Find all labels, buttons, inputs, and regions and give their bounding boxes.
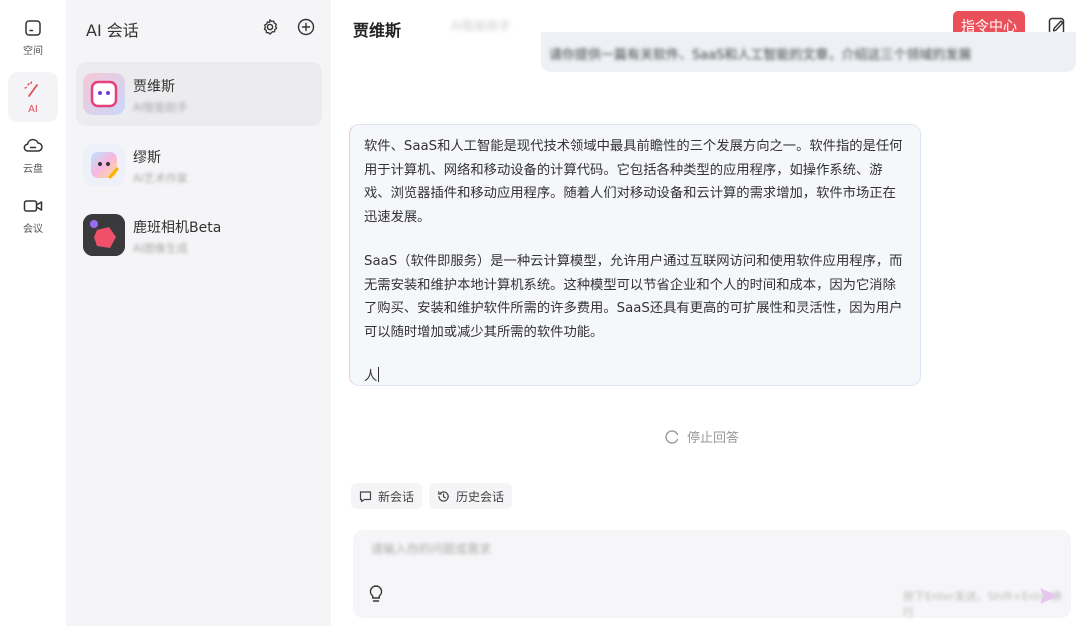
- rail-label: 云盘: [23, 164, 43, 175]
- jarvis-avatar: [83, 73, 125, 115]
- rail-item-ai[interactable]: AI: [8, 72, 58, 122]
- rail-label: 空间: [23, 46, 43, 57]
- video-icon: [22, 195, 44, 217]
- session-item-luban-camera[interactable]: 鹿班相机Beta AI图像生成: [76, 203, 322, 267]
- session-desc: AI智能助手: [133, 101, 188, 114]
- assistant-reply-bubble: 软件、SaaS和人工智能是现代技术领域中最具前瞻性的三个发展方向之一。软件指的是…: [349, 124, 921, 386]
- session-name: 鹿班相机Beta: [133, 220, 222, 236]
- session-sidebar: AI 会话 贾维斯 AI智能助手 缪斯 AI艺术作家 鹿班相机Beta AI图像…: [66, 0, 331, 626]
- history-clock-icon: [438, 490, 449, 502]
- rail-label: AI: [28, 104, 38, 115]
- luban-camera-avatar: [83, 214, 125, 256]
- chat-input-placeholder: 请输入你的问题或需求: [371, 542, 492, 556]
- sidebar-title: AI 会话: [86, 21, 139, 40]
- magic-wand-icon: [22, 79, 44, 101]
- cloud-icon: [22, 135, 44, 157]
- rail-item-cloud[interactable]: 云盘: [8, 130, 58, 180]
- add-session-icon[interactable]: [296, 17, 316, 37]
- space-icon: [22, 17, 44, 39]
- stop-answer-label: 停止回答: [687, 431, 740, 446]
- session-item-jarvis[interactable]: 贾维斯 AI智能助手: [76, 62, 322, 126]
- rail-item-space[interactable]: 空间: [8, 12, 58, 62]
- muse-avatar: [83, 144, 125, 186]
- new-chat-button[interactable]: 新会话: [351, 483, 423, 509]
- chat-main: 贾维斯 AI智能助手 指令中心 请你提供一篇有关软件、SaaS和人工智能的文章，…: [331, 0, 1080, 626]
- new-chat-label: 新会话: [378, 489, 415, 504]
- reply-paragraph: 软件、SaaS和人工智能是现代技术领域中最具前瞻性的三个发展方向之一。软件指的是…: [364, 139, 903, 225]
- left-rail: 空间 AI 云盘 会议: [0, 0, 66, 626]
- session-desc: AI图像生成: [133, 242, 188, 255]
- chat-subtitle: AI智能助手: [451, 19, 511, 33]
- session-name: 缪斯: [133, 150, 161, 166]
- chat-input-area[interactable]: 请输入你的问题或需求 按下Enter发送，Shift+Enter换行: [353, 530, 1071, 619]
- rail-label: 会议: [23, 224, 43, 235]
- lightbulb-icon[interactable]: [367, 584, 387, 606]
- session-desc: AI艺术作家: [133, 172, 188, 185]
- chat-title: 贾维斯: [353, 21, 402, 40]
- reply-streaming-line: 人: [364, 365, 906, 389]
- chat-bubble-icon: [359, 490, 372, 502]
- history-chat-label: 历史会话: [456, 489, 505, 504]
- settings-gear-icon[interactable]: [260, 17, 280, 37]
- session-item-muse[interactable]: 缪斯 AI艺术作家: [76, 133, 322, 197]
- reply-paragraph: SaaS（软件即服务）是一种云计算模型，允许用户通过互联网访问和使用软件应用程序…: [364, 254, 903, 340]
- send-icon[interactable]: [1039, 586, 1059, 606]
- user-message-bubble: 请你提供一篇有关软件、SaaS和人工智能的文章，介绍这三个领域的发展: [541, 32, 1076, 72]
- rail-item-meeting[interactable]: 会议: [8, 190, 58, 240]
- session-name: 贾维斯: [133, 79, 175, 95]
- loading-spinner-icon: [665, 429, 679, 444]
- stop-answer-button[interactable]: 停止回答: [664, 427, 739, 446]
- reply-paragraph: 人: [364, 369, 378, 384]
- typing-caret: [378, 367, 380, 382]
- history-chat-button[interactable]: 历史会话: [429, 483, 513, 509]
- user-message-text: 请你提供一篇有关软件、SaaS和人工智能的文章，介绍这三个领域的发展: [549, 48, 972, 63]
